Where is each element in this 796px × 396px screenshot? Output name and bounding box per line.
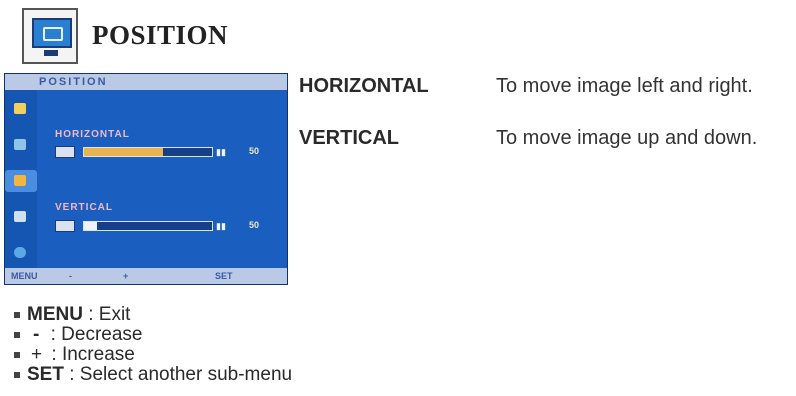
osd-horizontal-label: HORIZONTAL [55, 129, 130, 140]
osd-vertical-value: 50 [249, 220, 260, 230]
osd-footer: MENU - + SET [5, 268, 287, 284]
osd-footer-increase: + [123, 271, 129, 281]
osd-horizontal-slider [83, 147, 213, 157]
key-desc: : Select another sub-menu [69, 364, 293, 385]
bullet-icon [14, 372, 20, 378]
monitor-stand [44, 50, 58, 56]
list-item: SET : Select another sub-menu [14, 365, 292, 385]
osd-vertical-row: ▮▮ 50 [55, 220, 275, 232]
desc-term-vertical: VERTICAL [299, 127, 399, 149]
picture-icon [9, 98, 31, 120]
osd-vertical-label: VERTICAL [55, 202, 113, 213]
key-desc: : Increase [51, 344, 135, 365]
list-item: - : Decrease [14, 325, 292, 345]
vertical-position-icon [55, 220, 75, 232]
list-item: + : Increase [14, 345, 292, 365]
osd-footer-menu: MENU [11, 271, 38, 281]
monitor-position-icon [22, 8, 78, 64]
list-item: MENU : Exit [14, 305, 292, 325]
desc-text-vertical: To move image up and down. [496, 127, 758, 149]
key-name: MENU [27, 304, 83, 325]
osd-sidebar [5, 90, 37, 270]
slider-end-icon: ▮▮ [216, 221, 226, 231]
key-desc: : Decrease [50, 324, 143, 345]
color-icon [9, 134, 31, 156]
osd-vertical-fill [84, 222, 97, 230]
key-name: SET [27, 364, 64, 385]
osd-footer-decrease: - [69, 271, 72, 281]
key-desc: : Exit [88, 304, 131, 325]
osd-menu-screenshot: POSITION HORIZONTAL ▮▮ 50 VERTICAL ▮▮ 50… [4, 73, 288, 285]
desc-text-horizontal: To move image left and right. [496, 75, 753, 97]
monitor-screen [32, 18, 72, 48]
page-title: POSITION [92, 20, 229, 50]
bullet-icon [14, 352, 20, 358]
osd-horizontal-fill [84, 148, 164, 156]
key-legend: MENU : Exit - : Decrease + : Increase SE… [14, 305, 292, 385]
osd-vertical-slider [83, 221, 213, 231]
slider-end-icon: ▮▮ [216, 147, 226, 157]
osd-horizontal-row: ▮▮ 50 [55, 146, 275, 158]
position-icon [5, 170, 37, 192]
bullet-icon [14, 332, 20, 338]
setup-icon [9, 206, 31, 228]
key-name: - [33, 324, 40, 345]
bullet-icon [14, 312, 20, 318]
special-icon [9, 242, 31, 264]
osd-horizontal-value: 50 [249, 146, 260, 156]
horizontal-position-icon [55, 146, 75, 158]
desc-term-horizontal: HORIZONTAL [299, 75, 429, 97]
osd-footer-set: SET [215, 271, 233, 281]
osd-title: POSITION [5, 74, 287, 90]
key-name: + [31, 344, 43, 365]
